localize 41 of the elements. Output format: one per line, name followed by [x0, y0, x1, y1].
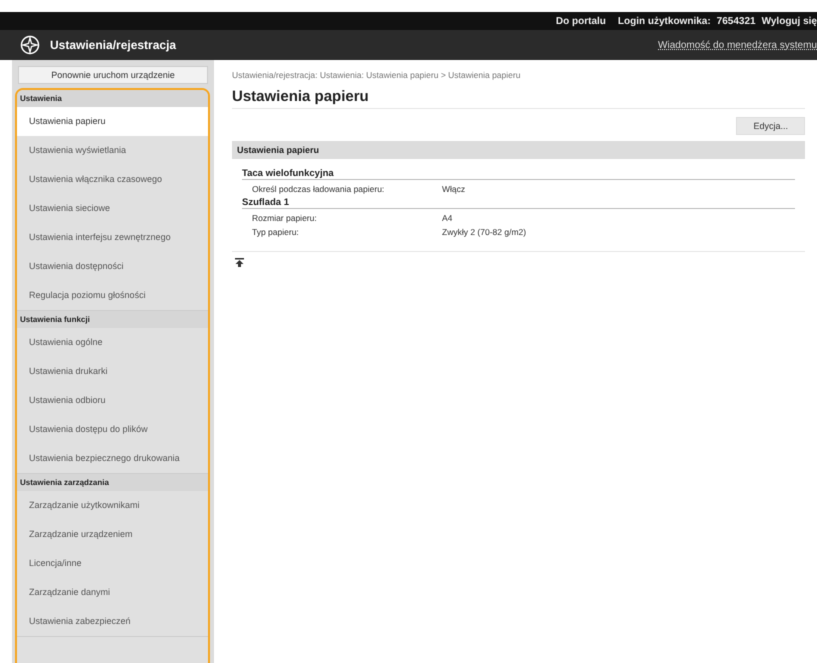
- setting-value: A4: [442, 213, 452, 223]
- login-value: 7654321: [716, 16, 756, 26]
- restart-button[interactable]: Ponownie uruchom urządzenie: [18, 66, 208, 84]
- sidebar-item[interactable]: Ustawienia odbioru: [17, 386, 208, 415]
- header-title: Ustawienia/rejestracja: [50, 38, 176, 52]
- back-to-top-icon[interactable]: [235, 258, 244, 267]
- logout-link[interactable]: Wyloguj się: [762, 16, 817, 26]
- setting-label: Rozmiar papieru:: [252, 213, 318, 223]
- sidebar-item[interactable]: Ustawienia ogólne: [17, 328, 208, 357]
- section-header: Ustawienia zarządzania: [17, 474, 208, 491]
- sidebar-item[interactable]: Ustawienia bezpiecznego drukowania: [17, 444, 208, 473]
- setting-value: Zwykły 2 (70-82 g/m2): [442, 227, 526, 237]
- group-title: Taca wielofunkcyjna: [242, 165, 795, 180]
- setting-value: Włącz: [442, 184, 466, 194]
- message-link[interactable]: Wiadomość do menedżera systemu: [658, 40, 817, 50]
- section-header: Ustawienia funkcji: [17, 311, 208, 328]
- setting-label: Określ podczas ładowania papieru:: [252, 184, 386, 194]
- edit-button[interactable]: Edycja...: [736, 117, 805, 135]
- sidebar-item[interactable]: Ustawienia dostępności: [17, 252, 208, 281]
- sidebar-item[interactable]: Ustawienia wyświetlania: [17, 136, 208, 165]
- breadcrumb: Ustawienia/rejestracja: Ustawienia: Ustawienia papieru > Ustawienia papieru: [232, 70, 522, 80]
- sidebar-item[interactable]: Ustawienia papieru: [17, 107, 208, 136]
- setting-label: Typ papieru:: [252, 227, 300, 237]
- section-header: Ustawienia: [17, 90, 208, 107]
- sidebar-item[interactable]: Zarządzanie urządzeniem: [17, 520, 208, 549]
- sidebar-item[interactable]: Regulacja poziomu głośności: [17, 281, 208, 310]
- emblem-icon: [20, 35, 40, 55]
- sidebar-item[interactable]: Zarządzanie danymi: [17, 578, 208, 607]
- sidebar-item[interactable]: Ustawienia interfejsu zewnętrznego: [17, 223, 208, 252]
- sidebar-item[interactable]: Ustawienia sieciowe: [17, 194, 208, 223]
- page-title: Ustawienia papieru: [232, 88, 805, 109]
- panel-header: Ustawienia papieru: [232, 141, 805, 159]
- sidebar-item[interactable]: Ustawienia włącznika czasowego: [17, 165, 208, 194]
- sidebar-item[interactable]: Ustawienia drukarki: [17, 357, 208, 386]
- group-title: Szuflada 1: [242, 194, 795, 209]
- sidebar-item[interactable]: Licencja/inne: [17, 549, 208, 578]
- sidebar-item[interactable]: Zarządzanie użytkownikami: [17, 491, 208, 520]
- login-label: Login użytkownika:: [618, 16, 711, 26]
- sidebar-item[interactable]: Ustawienia dostępu do plików: [17, 415, 208, 444]
- portal-link[interactable]: Do portalu: [556, 16, 606, 26]
- sidebar-item[interactable]: Ustawienia zabezpieczeń: [17, 607, 208, 636]
